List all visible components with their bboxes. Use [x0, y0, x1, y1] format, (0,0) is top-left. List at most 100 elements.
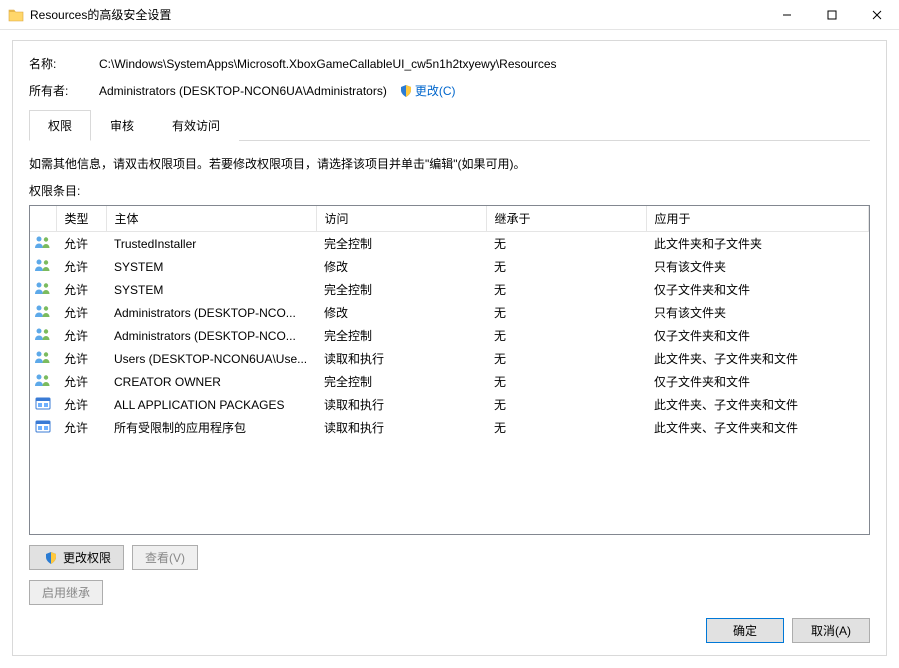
row-type: 允许: [56, 370, 106, 393]
tabs: 权限 审核 有效访问: [29, 109, 870, 141]
row-access: 完全控制: [316, 232, 486, 256]
row-icon-cell: [30, 393, 56, 416]
col-header-blank[interactable]: [30, 206, 56, 232]
row-icon-cell: [30, 416, 56, 439]
tab-auditing[interactable]: 审核: [91, 110, 153, 141]
entries-label: 权限条目:: [29, 182, 870, 199]
row-applies: 此文件夹、子文件夹和文件: [646, 416, 869, 439]
shield-icon: [44, 551, 58, 565]
row-type: 允许: [56, 301, 106, 324]
name-value: C:\Windows\SystemApps\Microsoft.XboxGame…: [99, 57, 557, 71]
table-row[interactable]: 允许 ALL APPLICATION PACKAGES 读取和执行 无 此文件夹…: [30, 393, 869, 416]
row-inherited: 无: [486, 255, 646, 278]
table-row[interactable]: 允许 TrustedInstaller 完全控制 无 此文件夹和子文件夹: [30, 232, 869, 256]
permissions-table: 类型 主体 访问 继承于 应用于 允许 TrustedInstaller 完全控…: [30, 206, 869, 439]
row-icon-cell: [30, 347, 56, 370]
row-principal: SYSTEM: [106, 278, 316, 301]
row-applies: 此文件夹和子文件夹: [646, 232, 869, 256]
row-applies: 仅子文件夹和文件: [646, 370, 869, 393]
table-row[interactable]: 允许 Administrators (DESKTOP-NCO... 修改 无 只…: [30, 301, 869, 324]
table-row[interactable]: 允许 CREATOR OWNER 完全控制 无 仅子文件夹和文件: [30, 370, 869, 393]
row-principal: TrustedInstaller: [106, 232, 316, 256]
row-inherited: 无: [486, 232, 646, 256]
maximize-button[interactable]: [809, 0, 854, 29]
row-access: 读取和执行: [316, 416, 486, 439]
row-applies: 此文件夹、子文件夹和文件: [646, 347, 869, 370]
change-owner-link[interactable]: 更改(C): [415, 82, 456, 99]
row-access: 完全控制: [316, 324, 486, 347]
row-icon-cell: [30, 370, 56, 393]
action-button-row: 更改权限 查看(V): [29, 545, 870, 570]
row-access: 完全控制: [316, 370, 486, 393]
change-permissions-button[interactable]: 更改权限: [29, 545, 124, 570]
row-principal: Users (DESKTOP-NCON6UA\Use...: [106, 347, 316, 370]
row-type: 允许: [56, 393, 106, 416]
folder-icon: [8, 8, 24, 22]
cancel-button[interactable]: 取消(A): [792, 618, 870, 643]
row-principal: SYSTEM: [106, 255, 316, 278]
row-access: 完全控制: [316, 278, 486, 301]
shield-icon: [399, 84, 413, 98]
permissions-listbox[interactable]: 类型 主体 访问 继承于 应用于 允许 TrustedInstaller 完全控…: [29, 205, 870, 535]
row-principal: Administrators (DESKTOP-NCO...: [106, 301, 316, 324]
window-controls: [764, 0, 899, 29]
ok-button[interactable]: 确定: [706, 618, 784, 643]
row-type: 允许: [56, 347, 106, 370]
row-inherited: 无: [486, 416, 646, 439]
row-type: 允许: [56, 324, 106, 347]
owner-label: 所有者:: [29, 82, 99, 99]
name-row: 名称: C:\Windows\SystemApps\Microsoft.Xbox…: [29, 55, 870, 72]
main-panel: 名称: C:\Windows\SystemApps\Microsoft.Xbox…: [12, 40, 887, 656]
close-button[interactable]: [854, 0, 899, 29]
row-principal: Administrators (DESKTOP-NCO...: [106, 324, 316, 347]
row-type: 允许: [56, 278, 106, 301]
instruction-text: 如需其他信息，请双击权限项目。若要修改权限项目，请选择该项目并单击"编辑"(如果…: [29, 155, 870, 172]
col-header-type[interactable]: 类型: [56, 206, 106, 232]
row-principal: ALL APPLICATION PACKAGES: [106, 393, 316, 416]
row-principal: CREATOR OWNER: [106, 370, 316, 393]
minimize-button[interactable]: [764, 0, 809, 29]
table-row[interactable]: 允许 所有受限制的应用程序包 读取和执行 无 此文件夹、子文件夹和文件: [30, 416, 869, 439]
table-row[interactable]: 允许 SYSTEM 完全控制 无 仅子文件夹和文件: [30, 278, 869, 301]
row-inherited: 无: [486, 301, 646, 324]
row-applies: 只有该文件夹: [646, 301, 869, 324]
row-applies: 此文件夹、子文件夹和文件: [646, 393, 869, 416]
table-row[interactable]: 允许 SYSTEM 修改 无 只有该文件夹: [30, 255, 869, 278]
row-inherited: 无: [486, 324, 646, 347]
table-row[interactable]: 允许 Users (DESKTOP-NCON6UA\Use... 读取和执行 无…: [30, 347, 869, 370]
window-title: Resources的高级安全设置: [30, 6, 764, 23]
row-icon-cell: [30, 324, 56, 347]
tab-effective-access[interactable]: 有效访问: [153, 110, 239, 141]
row-access: 读取和执行: [316, 347, 486, 370]
owner-row: 所有者: Administrators (DESKTOP-NCON6UA\Adm…: [29, 82, 870, 99]
row-access: 读取和执行: [316, 393, 486, 416]
row-access: 修改: [316, 255, 486, 278]
row-access: 修改: [316, 301, 486, 324]
row-applies: 仅子文件夹和文件: [646, 278, 869, 301]
row-principal: 所有受限制的应用程序包: [106, 416, 316, 439]
col-header-inherited[interactable]: 继承于: [486, 206, 646, 232]
col-header-applies[interactable]: 应用于: [646, 206, 869, 232]
row-inherited: 无: [486, 370, 646, 393]
row-applies: 只有该文件夹: [646, 255, 869, 278]
table-header-row: 类型 主体 访问 继承于 应用于: [30, 206, 869, 232]
row-type: 允许: [56, 255, 106, 278]
row-type: 允许: [56, 416, 106, 439]
name-label: 名称:: [29, 55, 99, 72]
col-header-principal[interactable]: 主体: [106, 206, 316, 232]
dialog-footer: 确定 取消(A): [706, 618, 870, 643]
row-applies: 仅子文件夹和文件: [646, 324, 869, 347]
enable-inheritance-button: 启用继承: [29, 580, 103, 605]
row-inherited: 无: [486, 278, 646, 301]
owner-value: Administrators (DESKTOP-NCON6UA\Administ…: [99, 84, 387, 98]
col-header-access[interactable]: 访问: [316, 206, 486, 232]
row-inherited: 无: [486, 347, 646, 370]
tab-permissions[interactable]: 权限: [29, 110, 91, 141]
row-inherited: 无: [486, 393, 646, 416]
row-icon-cell: [30, 301, 56, 324]
change-permissions-label: 更改权限: [63, 549, 111, 566]
table-row[interactable]: 允许 Administrators (DESKTOP-NCO... 完全控制 无…: [30, 324, 869, 347]
titlebar: Resources的高级安全设置: [0, 0, 899, 30]
row-icon-cell: [30, 278, 56, 301]
row-icon-cell: [30, 255, 56, 278]
